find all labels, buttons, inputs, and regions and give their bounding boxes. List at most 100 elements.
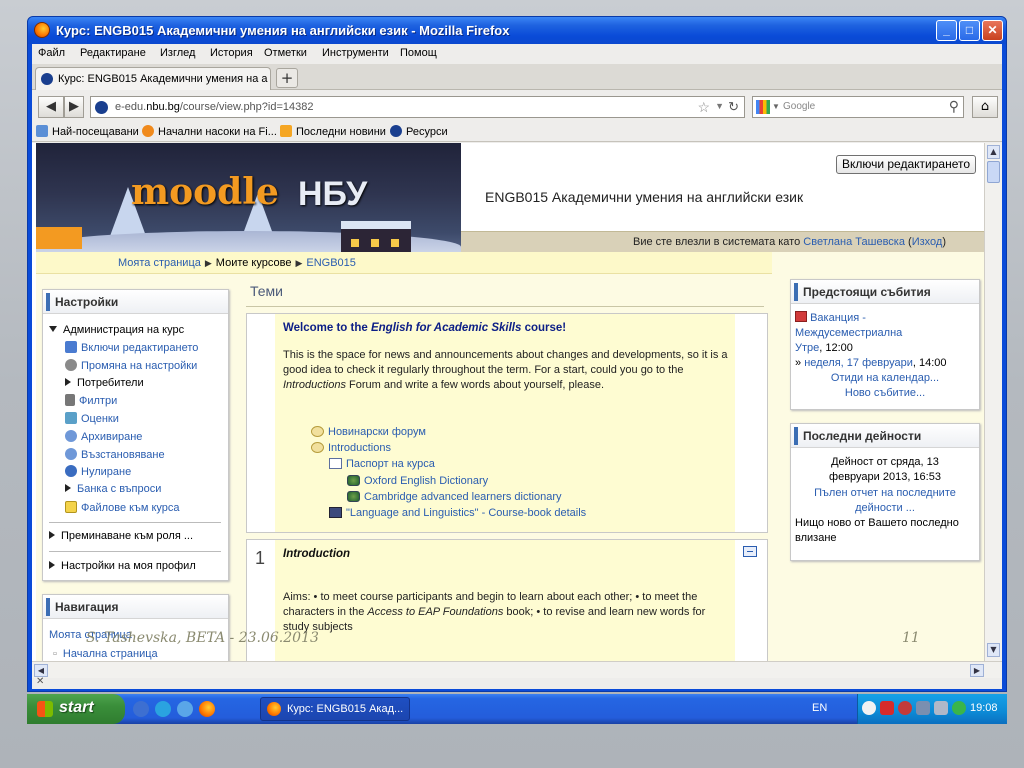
breadcrumb-my-page[interactable]: Моята страница [118, 257, 201, 269]
breadcrumb-my-courses[interactable]: Моите курсове [216, 257, 292, 269]
tab-course[interactable]: Курс: ENGB015 Академични умения на анг..… [35, 67, 271, 90]
event-link[interactable]: Ваканция - Междусеместриална [795, 312, 902, 339]
search-box[interactable]: ▼ Google ⚲ [752, 96, 964, 118]
tray-expand-icon[interactable] [862, 701, 876, 715]
quicklaunch-browser-icon[interactable] [177, 701, 193, 717]
menu-history[interactable]: История [210, 47, 253, 59]
resource-cambridge-dictionary[interactable]: Cambridge advanced learners dictionary [347, 491, 562, 503]
scroll-right-icon[interactable]: ▶ [970, 664, 984, 677]
slide-page-number: 11 [902, 630, 920, 646]
menu-help[interactable]: Помощ [400, 47, 437, 59]
bookmark-star-icon[interactable]: ☆ [697, 99, 710, 116]
breadcrumb-separator-icon: ▶ [295, 258, 303, 268]
quicklaunch-media-icon[interactable] [155, 701, 171, 717]
settings-edit-settings[interactable]: Промяна на настройки [65, 359, 197, 372]
quicklaunch-firefox-icon[interactable] [199, 701, 215, 717]
url-dropdown-icon[interactable]: ▼ [715, 101, 724, 111]
url-icon [347, 491, 360, 502]
forward-button[interactable]: ▶ [64, 96, 84, 118]
settings-users[interactable]: Потребители [65, 377, 144, 389]
resource-course-passport[interactable]: Паспорт на курса [329, 458, 435, 470]
site-identity-icon[interactable] [95, 101, 108, 114]
bullet-icon: ▫ [53, 648, 57, 660]
volume-icon[interactable] [934, 701, 948, 715]
quicklaunch-ie-icon[interactable] [133, 701, 149, 717]
turn-editing-on-button[interactable]: Включи редактирането [836, 155, 976, 174]
close-findbar-icon[interactable]: ✕ [36, 676, 44, 687]
search-icon[interactable]: ⚲ [949, 98, 959, 115]
maximize-button[interactable]: □ [959, 20, 980, 41]
bookmark-getting-started[interactable]: Начални насоки на Fi... [142, 125, 277, 138]
address-bar[interactable]: e-edu.nbu.bg/course/view.php?id=14382 ☆ … [90, 96, 745, 118]
nav-home[interactable]: ▫ Начална страница [53, 648, 158, 660]
settings-restore[interactable]: Възстановяване [65, 448, 165, 461]
book-icon [329, 507, 342, 518]
menu-view[interactable]: Изглед [160, 47, 195, 59]
google-engine-icon[interactable] [756, 100, 770, 114]
event-end-day-link[interactable]: неделя, 17 февруари [804, 357, 913, 369]
scroll-thumb[interactable] [987, 161, 1000, 183]
settings-course-files[interactable]: Файлове към курса [65, 501, 180, 514]
language-indicator[interactable]: EN [812, 702, 827, 714]
security-icon[interactable] [898, 701, 912, 715]
close-button[interactable]: ✕ [982, 20, 1003, 41]
menu-edit[interactable]: Редактиране [80, 47, 146, 59]
start-button[interactable]: start [27, 694, 125, 724]
switch-role[interactable]: Преминаване към роля ... [49, 530, 193, 542]
menu-bookmarks[interactable]: Отметки [264, 47, 307, 59]
settings-grades[interactable]: Оценки [65, 412, 119, 425]
scroll-down-icon[interactable]: ▼ [987, 643, 1000, 657]
ati-icon[interactable] [880, 701, 894, 715]
vertical-scrollbar[interactable]: ▲ ▼ [984, 143, 1002, 661]
minimize-button[interactable]: _ [936, 20, 957, 41]
home-button[interactable]: ⌂ [972, 96, 998, 118]
firefox-icon [267, 702, 281, 716]
user-name-link[interactable]: Светлана Ташевска [803, 236, 905, 248]
event-day-link[interactable]: Утре [795, 342, 819, 354]
reload-icon[interactable]: ↻ [728, 99, 739, 115]
breadcrumb-separator-icon: ▶ [204, 258, 212, 268]
calendar-event-icon [795, 311, 807, 322]
clock: 19:08 [970, 702, 998, 714]
settings-turn-editing-on[interactable]: Включи редактирането [65, 341, 198, 354]
network-icon[interactable] [916, 701, 930, 715]
bookmark-latest-news[interactable]: Последни новини [280, 125, 386, 138]
logout-link[interactable]: Изход [912, 236, 943, 248]
settings-reset[interactable]: Нулиране [65, 465, 131, 478]
update-icon[interactable] [952, 701, 966, 715]
collapse-section-icon[interactable] [743, 546, 757, 557]
course-administration[interactable]: Администрация на курс [49, 324, 184, 336]
resource-news-forum[interactable]: Новинарски форум [311, 426, 426, 438]
breadcrumb-course[interactable]: ENGB015 [306, 257, 356, 269]
my-profile-settings[interactable]: Настройки на моя профил [49, 560, 196, 572]
horizontal-scrollbar[interactable]: ◀ ▶ [32, 661, 1002, 678]
bookmarks-toolbar: Най-посещавани Начални насоки на Fi... П… [32, 122, 1002, 142]
bookmark-most-visited[interactable]: Най-посещавани [36, 125, 139, 138]
back-button[interactable]: ◀ [38, 96, 64, 118]
collapsed-arrow-icon [49, 561, 55, 569]
resource-introductions[interactable]: Introductions [311, 442, 391, 454]
nbu-favicon-icon [41, 73, 53, 85]
menu-file[interactable]: Файл [38, 47, 65, 59]
menu-tools[interactable]: Инструменти [322, 47, 389, 59]
settings-filters[interactable]: Филтри [65, 394, 117, 407]
search-placeholder: Google [783, 101, 816, 112]
resource-course-book[interactable]: "Language and Linguistics" - Course-book… [329, 507, 586, 519]
nbu-logo: НБУ [298, 175, 368, 213]
moodle-logo: moodle [131, 171, 279, 213]
windows-taskbar: start Курс: ENGB015 Акад... EN 19:08 [27, 694, 1007, 724]
settings-backup[interactable]: Архивиране [65, 430, 142, 443]
new-tab-button[interactable]: + [276, 68, 298, 88]
navigation-toolbar: ◀ ▶ e-edu.nbu.bg/course/view.php?id=1438… [32, 90, 1002, 122]
go-to-calendar-link[interactable]: Отиди на календар... [791, 372, 979, 384]
bookmark-resources[interactable]: Ресурси [390, 125, 448, 138]
scroll-up-icon[interactable]: ▲ [987, 145, 1000, 159]
taskbar-firefox-button[interactable]: Курс: ENGB015 Акад... [260, 697, 410, 721]
settings-question-bank[interactable]: Банка с въпроси [65, 483, 161, 495]
navigation-block: Навигация Моята страница ▫ Начална страни… [42, 594, 229, 661]
resource-oxford-dictionary[interactable]: Oxford English Dictionary [347, 475, 488, 487]
engine-dropdown-icon[interactable]: ▼ [772, 102, 780, 111]
full-report-link[interactable]: Пълен отчет на последните дейности ... [791, 486, 979, 516]
reset-icon [65, 465, 77, 477]
new-event-link[interactable]: Ново събитие... [791, 387, 979, 399]
